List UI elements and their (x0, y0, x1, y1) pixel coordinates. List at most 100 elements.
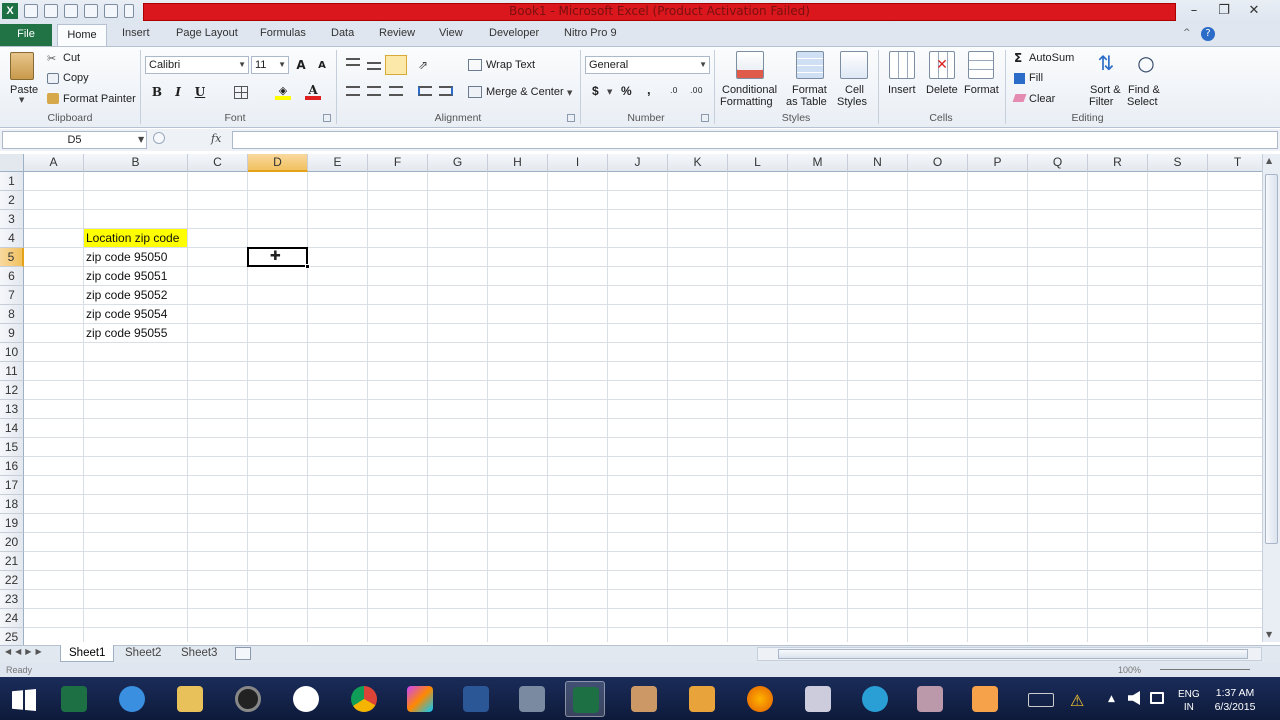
tab-developer[interactable]: Developer (489, 27, 539, 39)
column-header-q[interactable]: Q (1028, 154, 1088, 172)
row-header-14[interactable]: 14 (0, 419, 24, 438)
worksheet-grid[interactable]: ABCDEFGHIJKLMNOPQRST 1 2 3 4 5 6 7 8 9 10 11 12 13 14… (0, 154, 1268, 647)
excel-logo-icon[interactable]: X (2, 3, 18, 19)
autosum-button[interactable]: AutoSum (1029, 52, 1074, 64)
column-header-b[interactable]: B (84, 154, 188, 172)
format-as-table-icon[interactable] (796, 51, 824, 79)
scroll-up-icon[interactable]: ▲ (1266, 156, 1272, 165)
paste-button[interactable]: Paste (10, 84, 38, 96)
paste-dropdown-icon[interactable]: ▼ (19, 96, 24, 104)
chevron-down-icon[interactable]: ▼ (138, 135, 144, 144)
conditional-formatting-label2[interactable]: Formatting (720, 96, 773, 108)
close-icon[interactable]: ✕ (1242, 2, 1266, 20)
zoom-slider[interactable] (1160, 669, 1250, 670)
insert-cells-button[interactable]: Insert (888, 84, 916, 96)
increase-decimal-icon[interactable]: .0 (670, 86, 684, 98)
insert-cells-icon[interactable] (889, 51, 915, 79)
cell-B6[interactable]: zip code 95051 (84, 269, 188, 286)
tab-data[interactable]: Data (331, 27, 354, 39)
row-header-24[interactable]: 24 (0, 609, 24, 628)
currency-button[interactable]: $ (592, 84, 599, 98)
row-header-4[interactable]: 4 (0, 229, 24, 248)
taskbar-photo-icon[interactable] (400, 681, 440, 717)
name-box[interactable]: D5 (2, 131, 147, 149)
row-header-13[interactable]: 13 (0, 400, 24, 419)
decrease-indent-icon[interactable] (418, 86, 432, 96)
format-painter-icon[interactable] (47, 93, 59, 104)
merge-center-icon[interactable] (468, 86, 482, 98)
formula-input[interactable] (232, 131, 1278, 149)
grow-font-icon[interactable]: A (293, 57, 309, 73)
taskbar-excel-icon[interactable] (54, 681, 94, 717)
scroll-thumb[interactable] (1265, 174, 1278, 544)
row-header-1[interactable]: 1 (0, 172, 24, 191)
fill-color-icon[interactable]: ◈ (275, 84, 291, 100)
sort-filter-label1[interactable]: Sort & (1090, 84, 1121, 96)
conditional-formatting-label1[interactable]: Conditional (722, 84, 777, 96)
row-header-11[interactable]: 11 (0, 362, 24, 381)
column-header-r[interactable]: R (1088, 154, 1148, 172)
number-format-select[interactable]: General ▼ (585, 56, 710, 74)
select-all-corner[interactable] (0, 154, 24, 172)
column-header-h[interactable]: H (488, 154, 548, 172)
fill-icon[interactable] (1014, 73, 1025, 84)
merge-center-button[interactable]: Merge & Center (486, 86, 564, 98)
taskbar-chrome-icon[interactable] (344, 681, 384, 717)
column-header-d[interactable]: D (248, 154, 308, 172)
row-header-21[interactable]: 21 (0, 552, 24, 571)
redo-icon[interactable] (64, 4, 78, 18)
network-icon[interactable] (1150, 692, 1164, 704)
bold-icon[interactable]: B (149, 84, 165, 100)
decrease-decimal-icon[interactable]: .00 (690, 86, 704, 98)
column-header-s[interactable]: S (1148, 154, 1208, 172)
fill-button[interactable]: Fill (1029, 72, 1043, 84)
align-right-icon[interactable] (389, 86, 403, 96)
ribbon-minimize-icon[interactable]: ^ (1183, 28, 1195, 40)
copy-button[interactable]: Copy (63, 72, 89, 84)
align-left-icon[interactable] (346, 86, 360, 96)
delete-cells-icon[interactable]: ✕ (929, 51, 955, 79)
restore-icon[interactable]: ❐ (1212, 2, 1236, 20)
column-header-p[interactable]: P (968, 154, 1028, 172)
align-bottom-icon[interactable] (385, 55, 407, 75)
taskbar-ie-icon[interactable] (112, 681, 152, 717)
taskbar-paint-icon[interactable] (624, 681, 664, 717)
row-header-16[interactable]: 16 (0, 457, 24, 476)
column-header-e[interactable]: E (308, 154, 368, 172)
taskbar-app-icon[interactable] (855, 681, 895, 717)
vertical-scrollbar[interactable]: ▲ ▼ (1262, 154, 1280, 642)
binoculars-icon[interactable]: ○ (1131, 51, 1161, 81)
conditional-formatting-icon[interactable] (736, 51, 764, 79)
taskbar-firefox-icon[interactable] (740, 681, 780, 717)
cell-B8[interactable]: zip code 95054 (84, 307, 188, 324)
column-header-i[interactable]: I (548, 154, 608, 172)
sheet-tab-3[interactable]: Sheet3 (173, 645, 225, 662)
orientation-icon[interactable]: ⇗ (418, 58, 428, 72)
borders-icon[interactable] (234, 86, 248, 99)
keyboard-icon[interactable] (1028, 693, 1054, 707)
windows-start-icon[interactable] (12, 689, 36, 711)
taskbar-explorer-icon[interactable] (170, 681, 210, 717)
column-header-k[interactable]: K (668, 154, 728, 172)
taskbar-paint2-icon[interactable] (910, 681, 950, 717)
column-header-g[interactable]: G (428, 154, 488, 172)
row-header-17[interactable]: 17 (0, 476, 24, 495)
tray-expand-icon[interactable]: ▲ (1108, 694, 1115, 704)
column-header-a[interactable]: A (24, 154, 84, 172)
copy-icon[interactable] (47, 73, 59, 84)
column-header-n[interactable]: N (848, 154, 908, 172)
sort-filter-icon[interactable]: ⇅ (1091, 51, 1121, 81)
minimize-icon[interactable]: – (1182, 2, 1206, 20)
comma-button[interactable]: , (647, 82, 651, 97)
save-icon[interactable] (24, 4, 38, 18)
tab-formulas[interactable]: Formulas (260, 27, 306, 39)
sort-filter-label2[interactable]: Filter (1089, 96, 1113, 108)
alignment-dialog-launcher-icon[interactable] (567, 114, 575, 122)
column-header-f[interactable]: F (368, 154, 428, 172)
row-header-2[interactable]: 2 (0, 191, 24, 210)
chevron-down-icon[interactable]: ▼ (607, 88, 612, 96)
column-header-m[interactable]: M (788, 154, 848, 172)
column-header-l[interactable]: L (728, 154, 788, 172)
taskbar-excel-active-icon[interactable] (565, 681, 605, 717)
warning-flag-icon[interactable]: ⚠ (1070, 691, 1084, 710)
